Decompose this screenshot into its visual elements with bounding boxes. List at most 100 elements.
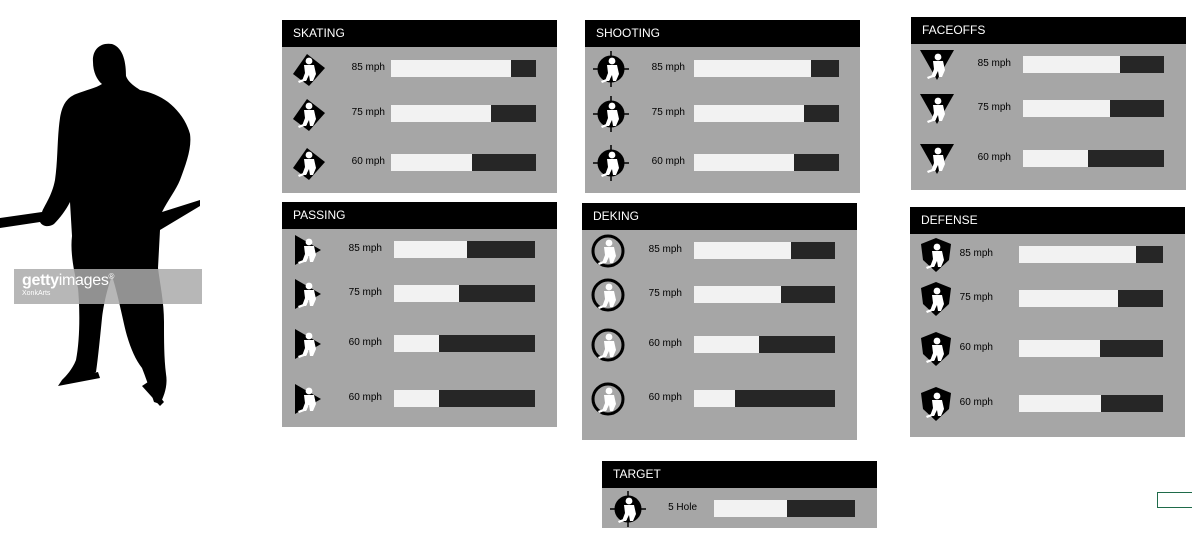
deking-stat-row: 60 mph <box>582 382 857 416</box>
defense-check-icon <box>917 330 955 368</box>
pass-saucer-icon <box>289 275 327 313</box>
faceoffs-stat-bar <box>1023 150 1164 167</box>
target-panel: TARGET 5 Hole <box>602 461 877 528</box>
skating-stat-bar-fill <box>391 60 512 77</box>
hockey-player-silhouette-image <box>0 43 200 406</box>
shooting-stat-bar <box>694 105 839 122</box>
passing-stat-value: 60 mph <box>348 392 382 403</box>
defense-stat-row: 75 mph <box>910 282 1185 316</box>
deking-stat-row: 85 mph <box>582 234 857 268</box>
shooting-stat-value: 85 mph <box>651 62 685 73</box>
defense-stat-bar <box>1019 395 1163 412</box>
defense-stat-bar-fill <box>1019 290 1119 307</box>
faceoffs-stat-row: 60 mph <box>911 144 1186 174</box>
defense-stat-value: 85 mph <box>959 248 993 259</box>
skating-stat-bar <box>391 60 536 77</box>
faceoff-forward-icon <box>918 46 956 84</box>
defense-stat-row: 60 mph <box>910 387 1185 421</box>
faceoffs-stat-bar-fill <box>1023 100 1111 117</box>
skating-stat-value: 85 mph <box>351 62 385 73</box>
snapshot-target-icon <box>592 144 630 182</box>
defense-stat-bar <box>1019 340 1163 357</box>
pass-board-icon <box>289 325 327 363</box>
target-stat-bar-fill <box>714 500 788 517</box>
defense-block-icon <box>917 280 955 318</box>
watermark-logo: gettyimages® <box>22 272 115 289</box>
deking-stat-value: 60 mph <box>648 338 682 349</box>
shooting-stat-bar-fill <box>694 154 795 171</box>
five-hole-target-icon <box>609 490 647 528</box>
pass-rim-icon <box>289 380 327 418</box>
faceoffs-stat-bar <box>1023 56 1164 73</box>
shooting-stat-value: 60 mph <box>651 156 685 167</box>
defense-lift-icon <box>917 385 955 423</box>
deking-stat-bar <box>694 242 835 259</box>
shooting-stat-value: 75 mph <box>651 107 685 118</box>
watermark-credit: XonkArts <box>22 290 51 297</box>
shooting-stat-row: 85 mph <box>585 51 860 87</box>
skating-stat-bar <box>391 105 536 122</box>
passing-panel: PASSING 85 mph 75 mph 60 mph 60 mph <box>282 202 557 427</box>
deking-stat-bar-fill <box>694 242 792 259</box>
target-stat-value: 5 Hole <box>668 502 697 513</box>
faceoffs-stat-bar-fill <box>1023 56 1121 73</box>
shooting-stat-bar-fill <box>694 105 805 122</box>
defense-stat-value: 75 mph <box>959 292 993 303</box>
deking-stat-value: 60 mph <box>648 392 682 403</box>
faceoffs-panel: FACEOFFS 85 mph 75 mph 60 mph <box>911 17 1186 190</box>
passing-stat-bar-fill <box>394 241 468 258</box>
faceoff-tie-icon <box>918 140 956 178</box>
deke-backhand-icon <box>589 380 627 418</box>
defense-stat-bar-fill <box>1019 246 1136 263</box>
defense-panel: DEFENSE 85 mph 75 mph 60 mph 60 mph <box>910 207 1185 437</box>
target-stat-bar <box>714 500 855 517</box>
deking-stat-bar <box>694 390 835 407</box>
passing-stat-bar-fill <box>394 390 440 407</box>
passing-stat-bar-fill <box>394 335 440 352</box>
faceoffs-stat-value: 60 mph <box>977 152 1011 163</box>
deking-stat-value: 85 mph <box>648 244 682 255</box>
shooting-stat-bar <box>694 60 839 77</box>
skater-crossover-icon <box>289 95 327 133</box>
getty-images-watermark: gettyimages® XonkArts <box>14 269 202 304</box>
wristshot-target-icon <box>592 95 630 133</box>
slapshot-target-icon <box>592 50 630 88</box>
passing-stat-row: 60 mph <box>282 329 557 359</box>
deking-stat-bar <box>694 336 835 353</box>
defense-stat-bar <box>1019 246 1163 263</box>
passing-stat-bar <box>394 390 535 407</box>
deke-spin-icon <box>589 326 627 364</box>
passing-stat-bar <box>394 335 535 352</box>
deking-stat-row: 60 mph <box>582 328 857 362</box>
skating-stat-value: 60 mph <box>351 156 385 167</box>
passing-panel-title: PASSING <box>282 202 557 229</box>
passing-stat-value: 85 mph <box>348 243 382 254</box>
passing-stat-value: 60 mph <box>348 337 382 348</box>
defense-stat-value: 60 mph <box>959 342 993 353</box>
deking-stat-bar-fill <box>694 286 782 303</box>
shooting-stat-bar <box>694 154 839 171</box>
deke-left-icon <box>589 232 627 270</box>
skating-panel-title: SKATING <box>282 20 557 47</box>
shooting-stat-row: 60 mph <box>585 145 860 181</box>
defense-poke-icon <box>917 236 955 274</box>
faceoffs-panel-title: FACEOFFS <box>911 17 1186 44</box>
passing-stat-row: 75 mph <box>282 279 557 309</box>
faceoffs-stat-row: 75 mph <box>911 94 1186 124</box>
shooting-stat-bar-fill <box>694 60 812 77</box>
deking-panel-title: DEKING <box>582 203 857 230</box>
faceoffs-stat-bar-fill <box>1023 150 1088 167</box>
faceoff-backhand-icon <box>918 90 956 128</box>
skating-stat-row: 75 mph <box>282 99 557 131</box>
deking-stat-bar-fill <box>694 336 759 353</box>
skating-stat-bar-fill <box>391 154 473 171</box>
skater-forward-icon <box>289 50 327 88</box>
scroll-indicator[interactable] <box>1157 492 1192 508</box>
passing-stat-bar <box>394 241 535 258</box>
faceoffs-stat-bar <box>1023 100 1164 117</box>
defense-stat-value: 60 mph <box>959 397 993 408</box>
deking-stat-bar <box>694 286 835 303</box>
skating-panel: SKATING 85 mph 75 mph 60 mph <box>282 20 557 193</box>
deking-stat-value: 75 mph <box>648 288 682 299</box>
deking-stat-row: 75 mph <box>582 278 857 312</box>
